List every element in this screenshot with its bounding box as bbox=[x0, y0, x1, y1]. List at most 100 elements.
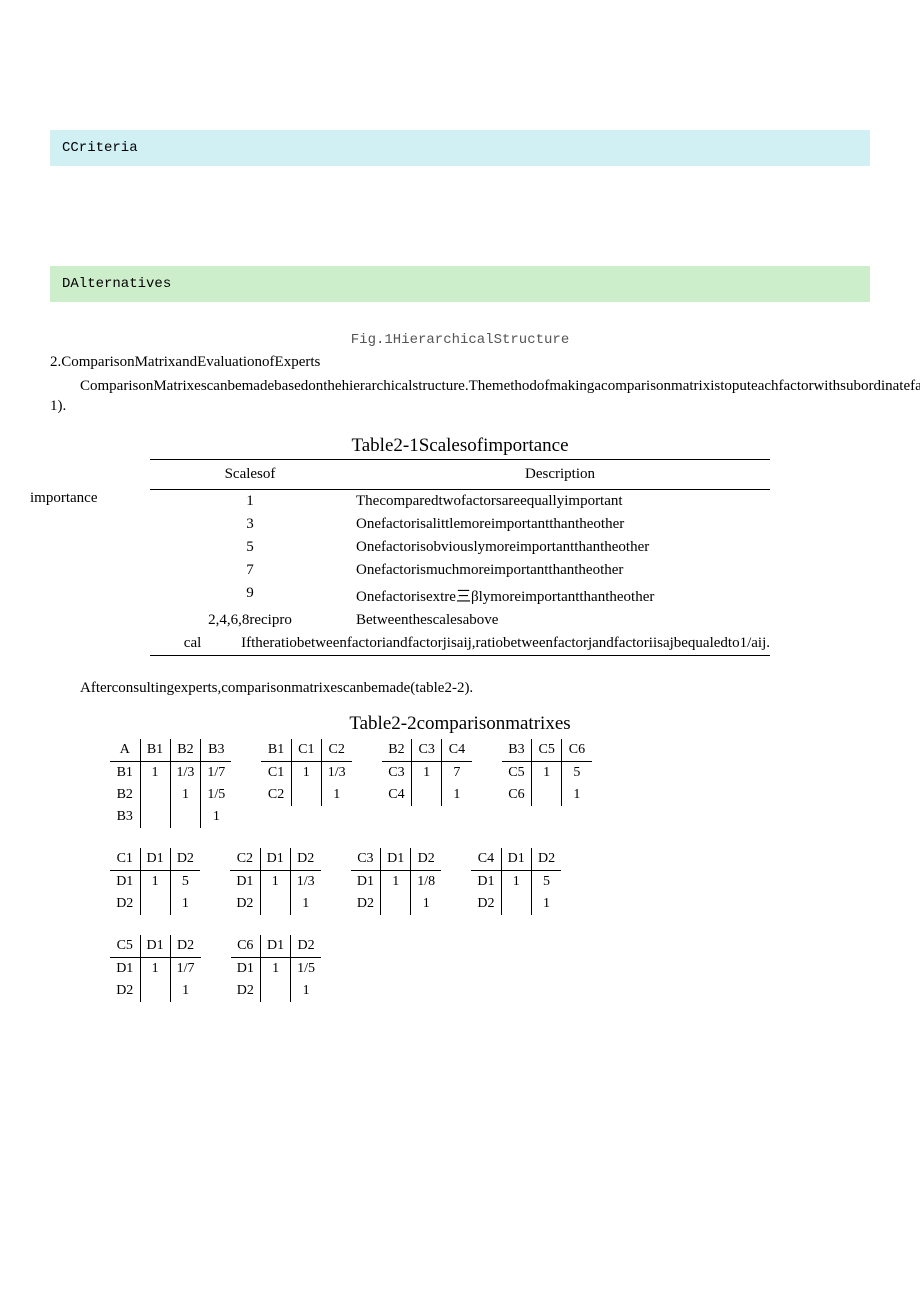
table21-cell-scale: 7 bbox=[150, 562, 350, 579]
matrix-B2: B2C3C4C317C41 bbox=[382, 739, 472, 806]
matrix-cell: 1 bbox=[201, 806, 231, 828]
matrix-header-cell: D2 bbox=[411, 848, 441, 871]
matrix-cell: C2 bbox=[261, 784, 291, 806]
table21-row: 7Onefactorismuchmoreimportantthantheothe… bbox=[150, 559, 770, 582]
matrix-cell bbox=[501, 893, 531, 915]
matrix-header-cell: D1 bbox=[140, 848, 170, 871]
matrix-B1: B1C1C2C111/3C21 bbox=[261, 739, 351, 806]
matrix-cell: D2 bbox=[110, 893, 140, 915]
matrix-cell: 1/7 bbox=[201, 761, 231, 784]
matrix-header-cell: C4 bbox=[471, 848, 501, 871]
matrix-cell bbox=[170, 806, 201, 828]
table21-cell-scale: 2,4,6,8recipro bbox=[150, 612, 350, 629]
matrix-header-cell: D2 bbox=[531, 848, 561, 871]
matrix-cell: 1/7 bbox=[170, 957, 200, 980]
matrix-cell bbox=[261, 980, 291, 1002]
table22-title: Table2-2comparisonmatrixes bbox=[50, 713, 870, 735]
table21-cell-scale: 5 bbox=[150, 539, 350, 556]
table21-cell-desc: Onefactorisextre三βlymoreimportantthanthe… bbox=[350, 585, 770, 606]
matrix-header-cell: B2 bbox=[170, 739, 201, 762]
matrix-header-cell: B2 bbox=[382, 739, 412, 762]
matrix-header-cell: D1 bbox=[140, 935, 170, 958]
para-part-1: ComparisonMatrixescanbemadebasedonthehie… bbox=[80, 378, 920, 394]
matrix-cell: 1 bbox=[140, 957, 170, 980]
table21-sidelabel: importance bbox=[30, 490, 97, 507]
matrix-C5: C5D1D2D111/7D21 bbox=[110, 935, 201, 1002]
matrix-cell: 1 bbox=[442, 784, 472, 806]
matrix-cell bbox=[532, 784, 562, 806]
matrix-cell: 1 bbox=[321, 784, 351, 806]
matrix-header-cell: C3 bbox=[351, 848, 381, 871]
matrix-cell bbox=[260, 893, 290, 915]
table21-cell-scale: 9 bbox=[150, 585, 350, 606]
table21-title: Table2-1Scalesofimportance bbox=[50, 435, 870, 457]
matrix-cell: 1 bbox=[260, 870, 290, 893]
matrix-header-cell: C6 bbox=[562, 739, 592, 762]
matrix-header-cell: D1 bbox=[381, 848, 411, 871]
matrix-cell: D2 bbox=[231, 980, 261, 1002]
table21-cell-scale: 1 bbox=[150, 493, 350, 510]
matrix-cell: 1/5 bbox=[291, 957, 321, 980]
matrix-header-cell: D1 bbox=[260, 848, 290, 871]
matrix-cell: 1 bbox=[170, 980, 200, 1002]
table21-cell-desc: Betweenthescalesabove bbox=[350, 612, 770, 629]
section-heading: 2.ComparisonMatrixandEvaluationofExperts bbox=[50, 354, 870, 371]
matrix-cell: D1 bbox=[231, 957, 261, 980]
matrix-B3: B3C5C6C515C61 bbox=[502, 739, 592, 806]
matrix-A: AB1B2B3B111/31/7B211/5B31 bbox=[110, 739, 231, 828]
matrix-C1: C1D1D2D115D21 bbox=[110, 848, 200, 915]
matrix-cell: D2 bbox=[351, 893, 381, 915]
matrix-cell: C1 bbox=[261, 761, 291, 784]
table21-row: 3Onefactorisalittlemoreimportantthantheo… bbox=[150, 513, 770, 536]
matrix-header-cell: D1 bbox=[261, 935, 291, 958]
matrix-header-cell: C3 bbox=[412, 739, 442, 762]
matrix-cell: C4 bbox=[382, 784, 412, 806]
matrix-cell: 1 bbox=[501, 870, 531, 893]
matrix-header-cell: C1 bbox=[110, 848, 140, 871]
matrix-C3: C3D1D2D111/8D21 bbox=[351, 848, 442, 915]
matrix-cell bbox=[140, 893, 170, 915]
table21-cell-desc: Onefactorisalittlemoreimportantthantheot… bbox=[350, 516, 770, 533]
table21-cell-scale: cal bbox=[150, 635, 235, 652]
table21-cell-desc: Onefactorisobviouslymoreimportantthanthe… bbox=[350, 539, 770, 556]
matrix-cell bbox=[381, 893, 411, 915]
table21-row: 9Onefactorisextre三βlymoreimportantthanth… bbox=[150, 582, 770, 609]
table21-row: calIftheratiobetweenfactoriandfactorjisa… bbox=[150, 632, 770, 655]
matrix-header-cell: B1 bbox=[261, 739, 291, 762]
matrix-cell: 1 bbox=[291, 980, 321, 1002]
matrix-cell: D1 bbox=[110, 870, 140, 893]
matrix-header-cell: B1 bbox=[140, 739, 170, 762]
matrix-header-cell: C5 bbox=[532, 739, 562, 762]
matrix-header-cell: D1 bbox=[501, 848, 531, 871]
matrix-cell: D1 bbox=[110, 957, 140, 980]
matrix-cell: 1/5 bbox=[201, 784, 231, 806]
matrix-cell: 1 bbox=[412, 761, 442, 784]
matrix-header-cell: C1 bbox=[291, 739, 321, 762]
matrix-cell: D2 bbox=[230, 893, 260, 915]
matrix-cell: D2 bbox=[110, 980, 140, 1002]
matrix-cell: D2 bbox=[471, 893, 501, 915]
matrix-cell: 1 bbox=[261, 957, 291, 980]
matrix-cell: 1 bbox=[531, 893, 561, 915]
matrix-C6: C6D1D2D111/5D21 bbox=[231, 935, 322, 1002]
matrix-row-1: AB1B2B3B111/31/7B211/5B31 B1C1C2C111/3C2… bbox=[50, 739, 870, 828]
matrix-cell: 5 bbox=[531, 870, 561, 893]
matrix-cell: 1 bbox=[170, 893, 200, 915]
matrix-cell bbox=[140, 784, 170, 806]
figure-caption: Fig.1HierarchicalStructure bbox=[50, 332, 870, 348]
matrix-cell: 7 bbox=[442, 761, 472, 784]
table21-cell-scale: 3 bbox=[150, 516, 350, 533]
matrix-header-cell: C4 bbox=[442, 739, 472, 762]
table21-h-desc: Description bbox=[350, 466, 770, 483]
matrix-cell: 1 bbox=[140, 870, 170, 893]
matrix-row-3: C5D1D2D111/7D21 C6D1D2D111/5D21 bbox=[50, 935, 870, 1002]
matrix-cell: 5 bbox=[562, 761, 592, 784]
matrix-cell: 1 bbox=[170, 784, 201, 806]
matrix-cell: C3 bbox=[382, 761, 412, 784]
matrix-header-cell: D2 bbox=[170, 848, 200, 871]
matrix-cell bbox=[291, 784, 321, 806]
matrix-header-cell: B3 bbox=[502, 739, 532, 762]
matrix-header-cell: D2 bbox=[291, 935, 321, 958]
matrix-cell: C6 bbox=[502, 784, 532, 806]
matrix-cell bbox=[140, 980, 170, 1002]
